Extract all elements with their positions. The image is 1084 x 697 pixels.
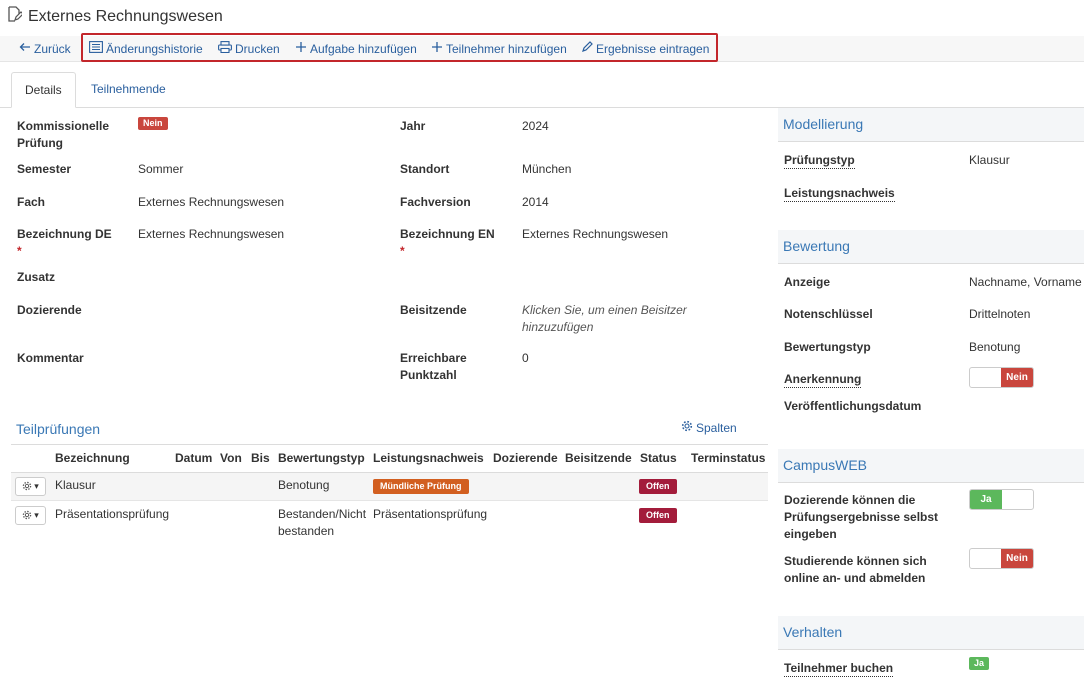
- label-veroeffentlichungsdatum: Veröffentlichungsdatum: [784, 399, 922, 413]
- label-bewertungstyp: Bewertungstyp: [784, 340, 871, 354]
- dozierende-eingabe-toggle[interactable]: Ja: [969, 489, 1034, 510]
- edit-document-icon: [6, 6, 24, 27]
- col-header-bis[interactable]: Bis: [251, 451, 270, 465]
- section-title-teilpruefungen: Teilprüfungen: [16, 421, 101, 437]
- teilnehmer-buchen-badge: Ja: [969, 657, 990, 670]
- field-value-fachversion: 2014: [522, 195, 549, 209]
- field-value-fach: Externes Rechnungswesen: [138, 195, 285, 209]
- section-title-modellierung: Modellierung: [778, 108, 1084, 142]
- field-label-fach: Fach: [17, 195, 46, 209]
- field-value-punktzahl: 0: [522, 351, 529, 365]
- field-label-zusatz: Zusatz: [17, 270, 56, 284]
- add-beisitzer-hint[interactable]: Klicken Sie, um einen Beisitzer hinzuzuf…: [522, 302, 687, 336]
- toolbar-highlight-frame: [81, 33, 718, 62]
- col-header-dozierende[interactable]: Dozierende: [493, 451, 558, 465]
- field-value-standort: München: [522, 162, 572, 176]
- status-badge: Offen: [639, 479, 677, 494]
- field-value-bezeichnung-en: Externes Rechnungswesen: [522, 227, 669, 241]
- gear-icon: [22, 481, 32, 493]
- field-label-bezeichnung-en: Bezeichnung EN *: [400, 227, 495, 258]
- kommissionelle-badge: Nein: [138, 117, 168, 130]
- row-actions-button[interactable]: ▾: [15, 506, 46, 525]
- required-mark: *: [400, 244, 405, 258]
- field-label-punktzahl: Erreichbare Punktzahl: [400, 351, 467, 382]
- toggle-off-label: Nein: [1001, 368, 1033, 387]
- col-header-von[interactable]: Von: [220, 451, 242, 465]
- required-mark: *: [17, 244, 22, 258]
- gear-icon: [681, 420, 693, 435]
- value-bewertungstyp: Benotung: [969, 340, 1021, 354]
- leistungsnachweis-badge: Mündliche Prüfung: [373, 479, 469, 494]
- col-header-leistungsnachweis[interactable]: Leistungsnachweis: [373, 451, 484, 465]
- label-anzeige: Anzeige: [784, 275, 831, 289]
- studierende-anmeldung-toggle[interactable]: Nein: [969, 548, 1034, 569]
- label-studierende-anmeldung: Studierende können sich online an- und a…: [784, 554, 927, 585]
- section-title-campusweb: CampusWEB: [778, 449, 1084, 483]
- field-label-kommentar: Kommentar: [17, 351, 84, 365]
- value-pruefungstyp: Klausur: [969, 153, 1010, 167]
- page-title: Externes Rechnungswesen: [28, 7, 223, 25]
- field-label-semester: Semester: [17, 162, 72, 176]
- value-anzeige: Nachname, Vorname: [969, 275, 1082, 289]
- field-label-bezeichnung-de: Bezeichnung DE *: [17, 227, 112, 258]
- col-header-status[interactable]: Status: [640, 451, 677, 465]
- tab-participants[interactable]: Teilnehmende: [78, 72, 179, 108]
- field-label-beisitzende: Beisitzende: [400, 303, 467, 317]
- table-top-line: [11, 444, 768, 445]
- label-pruefungstyp: Prüfungstyp: [784, 153, 855, 169]
- field-label-fachversion: Fachversion: [400, 195, 471, 209]
- row-actions-button[interactable]: ▾: [15, 477, 46, 496]
- back-label: Zurück: [34, 41, 71, 56]
- page-header: Externes Rechnungswesen: [6, 6, 223, 27]
- col-header-datum[interactable]: Datum: [175, 451, 212, 465]
- tab-details[interactable]: Details: [11, 72, 76, 108]
- cell-bezeichnung: Klausur: [55, 478, 96, 492]
- gear-icon: [22, 510, 32, 522]
- col-header-beisitzende[interactable]: Beisitzende: [565, 451, 632, 465]
- cell-bewertungstyp: Bestanden/Nicht bestanden: [278, 507, 367, 538]
- label-leistungsnachweis: Leistungsnachweis: [784, 186, 895, 202]
- label-dozierende-eingabe: Dozierende können die Prüfungsergebnisse…: [784, 493, 939, 541]
- columns-button[interactable]: Spalten: [681, 420, 737, 435]
- value-notenschluessel: Drittelnoten: [969, 307, 1031, 321]
- label-anerkennung: Anerkennung: [784, 372, 862, 388]
- anerkennung-toggle[interactable]: Nein: [969, 367, 1034, 388]
- cell-bezeichnung: Präsentationsprüfung: [55, 507, 170, 521]
- arrow-left-icon: [19, 41, 31, 56]
- cell-leistungsnachweis: Präsentationsprüfung: [373, 507, 488, 521]
- field-value-bezeichnung-de: Externes Rechnungswesen: [138, 227, 285, 241]
- section-title-verhalten: Verhalten: [778, 616, 1084, 650]
- col-header-terminstatus[interactable]: Terminstatus: [691, 451, 765, 465]
- col-header-bewertungstyp[interactable]: Bewertungstyp: [278, 451, 365, 465]
- section-title-bewertung: Bewertung: [778, 230, 1084, 264]
- status-badge: Offen: [639, 508, 677, 523]
- field-label-jahr: Jahr: [400, 119, 426, 133]
- field-value-semester: Sommer: [138, 162, 184, 176]
- caret-down-icon: ▾: [34, 481, 39, 491]
- caret-down-icon: ▾: [34, 510, 39, 520]
- back-button[interactable]: Zurück: [19, 41, 71, 56]
- label-teilnehmer-buchen: Teilnehmer buchen: [784, 661, 894, 677]
- columns-label: Spalten: [696, 420, 737, 435]
- field-label-kommissionelle: Kommissionelle Prüfung: [17, 119, 110, 150]
- field-value-jahr: 2024: [522, 119, 549, 133]
- toggle-on-label: Ja: [970, 490, 1002, 509]
- label-notenschluessel: Notenschlüssel: [784, 307, 873, 321]
- toggle-off-label: Nein: [1001, 549, 1033, 568]
- field-label-standort: Standort: [400, 162, 450, 176]
- cell-bewertungstyp: Benotung: [278, 478, 330, 492]
- field-label-dozierende: Dozierende: [17, 303, 82, 317]
- col-header-bezeichnung[interactable]: Bezeichnung: [55, 451, 130, 465]
